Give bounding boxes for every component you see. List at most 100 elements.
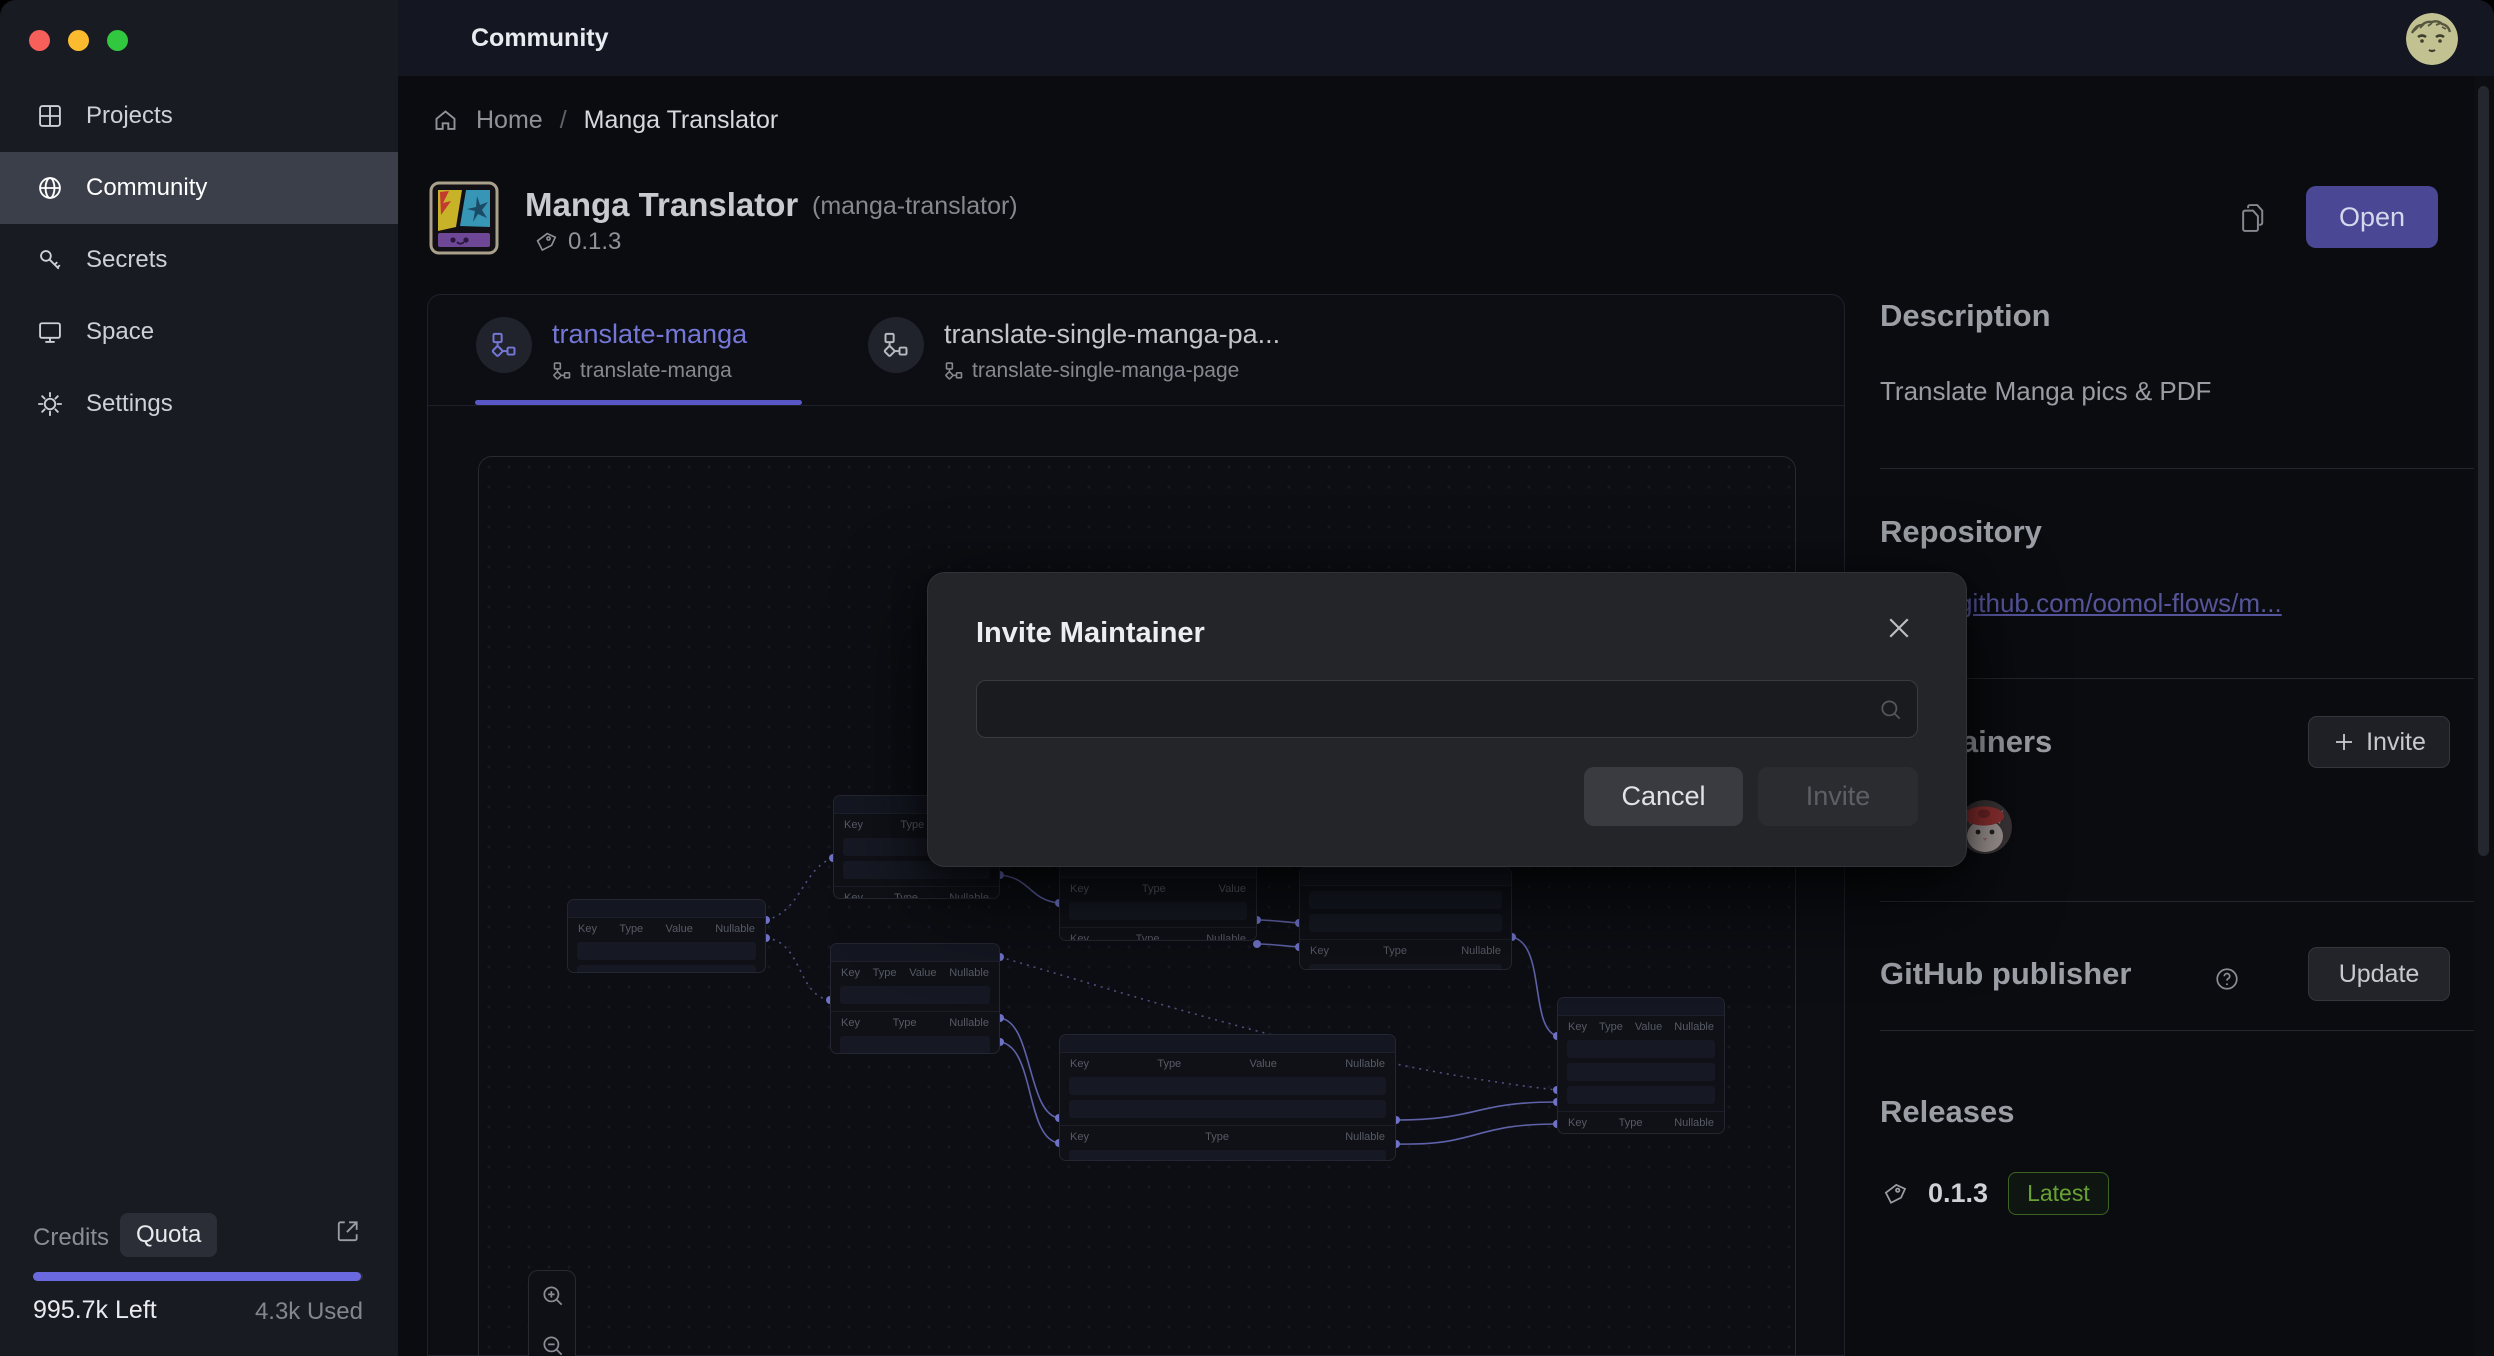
tag-icon	[534, 230, 558, 254]
description-text: Translate Manga pics & PDF	[1880, 376, 2211, 407]
flow-branch-icon	[868, 317, 924, 373]
flow-node-row	[1309, 964, 1502, 970]
window-maximize-button[interactable]	[107, 30, 128, 51]
package-version: 0.1.3	[534, 228, 621, 256]
tab-title: translate-manga	[552, 319, 747, 350]
zoom-out-icon[interactable]	[540, 1333, 566, 1356]
breadcrumb: Home / Manga Translator	[432, 103, 778, 137]
invite-maintainer-button[interactable]: Invite	[2308, 716, 2450, 768]
flow-node-row	[1309, 914, 1502, 932]
flow-node-row	[577, 965, 756, 973]
sidebar-item-secrets[interactable]: Secrets	[0, 224, 398, 296]
github-publisher-heading: GitHub publisher	[1880, 956, 2131, 992]
user-avatar[interactable]	[2406, 13, 2458, 65]
update-button[interactable]: Update	[2308, 947, 2450, 1001]
sidebar: Projects Community Secrets Space Setting…	[0, 0, 398, 1356]
scrollbar-track[interactable]	[2474, 76, 2494, 1356]
sidebar-item-projects[interactable]: Projects	[0, 80, 398, 152]
invite-submit-button[interactable]: Invite	[1758, 767, 1918, 826]
tab-subtitle: translate-single-manga-page	[944, 359, 1239, 383]
help-circle-icon[interactable]	[2214, 966, 2240, 992]
sidebar-item-label: Settings	[86, 390, 173, 418]
flow-branch-icon	[476, 317, 532, 373]
flow-node[interactable]: KeyTypeValueNullable KeyTypeNullable	[830, 943, 1000, 1054]
breadcrumb-separator: /	[560, 106, 567, 135]
flow-node-row	[1567, 1063, 1715, 1081]
search-icon	[1878, 697, 1904, 723]
description-heading: Description	[1880, 298, 2051, 334]
divider	[1880, 678, 2474, 679]
globe-icon	[36, 174, 64, 202]
external-link-icon[interactable]	[335, 1218, 361, 1244]
flow-node-columns: KeyTypeNullable	[1558, 1112, 1724, 1131]
flow-node-row	[1567, 1086, 1715, 1104]
sidebar-item-label: Secrets	[86, 246, 167, 274]
grid-icon	[36, 102, 64, 130]
invite-button-label: Invite	[2366, 728, 2426, 757]
manga-translator-app-icon	[429, 181, 499, 255]
flow-node[interactable]: KeyTypeValueNullable KeyTypeNullable	[1059, 1034, 1396, 1161]
flow-node-header	[1060, 1035, 1395, 1053]
flow-node-row	[1069, 902, 1247, 920]
divider	[1880, 468, 2474, 469]
flow-node-header	[1300, 868, 1511, 886]
flow-node-header	[831, 944, 999, 962]
flow-node-header	[568, 900, 765, 918]
cancel-button[interactable]: Cancel	[1584, 767, 1743, 826]
flow-node[interactable]: KeyTypeValueNullable KeyTypeNullable	[1557, 997, 1725, 1134]
invite-submit-label: Invite	[1806, 781, 1871, 812]
tab-subtitle-text: translate-manga	[580, 359, 732, 383]
flow-node-columns: KeyTypeValue	[1060, 878, 1256, 897]
flow-canvas[interactable]: KeyTypeValueNullableKeyTypeValueKeyTypeN…	[428, 406, 1844, 1356]
flow-node-row	[1069, 1150, 1386, 1161]
close-icon[interactable]	[1884, 613, 1914, 643]
flow-node-columns: KeyTypeValueNullable	[831, 962, 999, 981]
credits-label: Credits	[33, 1224, 109, 1252]
sidebar-item-settings[interactable]: Settings	[0, 368, 398, 440]
page-title: Community	[471, 24, 609, 53]
credits-panel: Credits Quota 995.7k Left 4.3k Used	[0, 1196, 398, 1356]
zoom-in-icon[interactable]	[540, 1283, 566, 1309]
tag-icon	[1882, 1181, 1908, 1207]
package-title: Manga Translator	[525, 186, 798, 224]
flow-node-columns: KeyTypeNullable	[1300, 940, 1511, 959]
flow-node-columns: KeyTypeNullable	[831, 1012, 999, 1031]
invite-search-input[interactable]	[976, 680, 1918, 738]
package-version-value: 0.1.3	[568, 228, 621, 256]
flow-node-row	[1069, 1100, 1386, 1118]
tab-title: translate-single-manga-pa...	[944, 319, 1280, 350]
package-details-panel: Description Translate Manga pics & PDF R…	[1880, 76, 2474, 1356]
update-button-label: Update	[2339, 960, 2420, 989]
release-row: 0.1.3 Latest	[1882, 1172, 2109, 1215]
sidebar-item-space[interactable]: Space	[0, 296, 398, 368]
tab-subtitle: translate-manga	[552, 359, 732, 383]
home-icon[interactable]	[432, 107, 459, 134]
canvas-zoom-controls	[528, 1270, 576, 1356]
flow-node[interactable]: KeyTypeNullable	[1299, 867, 1512, 970]
window-minimize-button[interactable]	[68, 30, 89, 51]
dialog-title: Invite Maintainer	[976, 617, 1205, 650]
flow-node-row	[1309, 891, 1502, 909]
flow-node[interactable]: KeyTypeValueKeyTypeNullable	[1059, 859, 1257, 941]
flow-node-columns: KeyTypeNullable	[1060, 1126, 1395, 1145]
key-icon	[36, 246, 64, 274]
flow-node-columns: KeyTypeValueNullable	[1558, 1016, 1724, 1035]
breadcrumb-home[interactable]: Home	[476, 106, 543, 135]
breadcrumb-current: Manga Translator	[584, 106, 779, 135]
sidebar-item-community[interactable]: Community	[0, 152, 398, 224]
cancel-button-label: Cancel	[1621, 781, 1705, 812]
quota-toggle[interactable]: Quota	[120, 1213, 217, 1257]
flow-node-columns: KeyTypeValueNullable	[1060, 1053, 1395, 1072]
credits-used-value: 4.3k Used	[255, 1298, 363, 1326]
flow-node-row	[1069, 1077, 1386, 1095]
flow-node-row	[577, 942, 756, 960]
app-window: Projects Community Secrets Space Setting…	[0, 0, 2494, 1356]
topbar: Community	[398, 0, 2494, 76]
flow-node-columns: KeyTypeNullable	[834, 887, 999, 899]
flow-node-row	[840, 986, 990, 1004]
scrollbar-thumb[interactable]	[2478, 86, 2489, 856]
window-close-button[interactable]	[29, 30, 50, 51]
gear-icon	[36, 390, 64, 418]
divider	[1880, 901, 2474, 902]
flow-node[interactable]: KeyTypeValueNullable	[567, 899, 766, 973]
